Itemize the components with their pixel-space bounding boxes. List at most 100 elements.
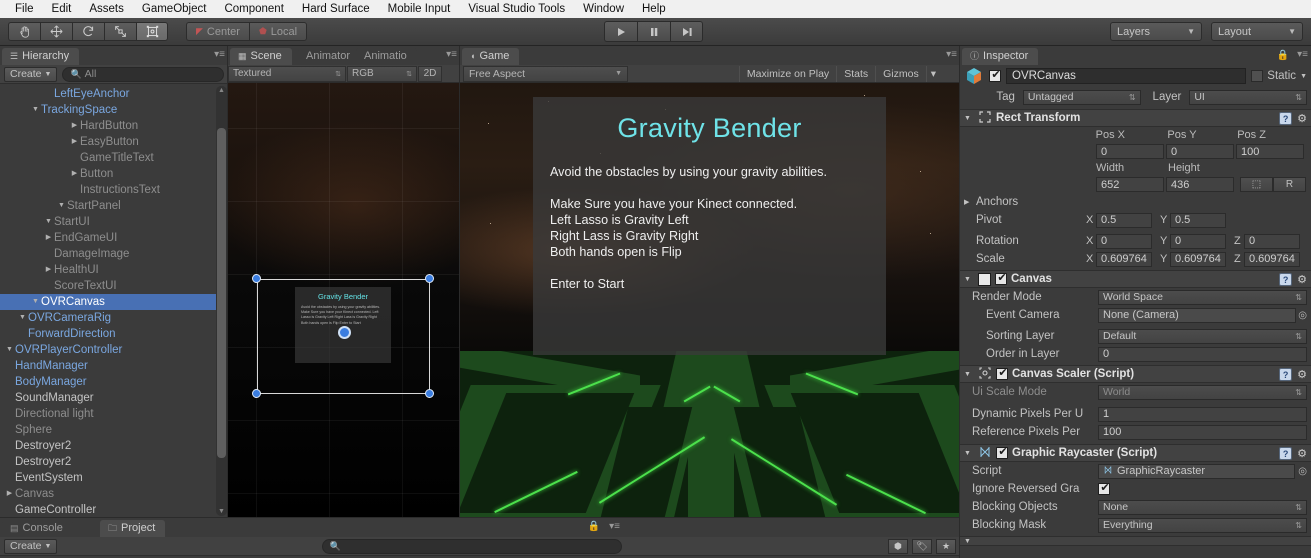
menu-item-hard-surface[interactable]: Hard Surface bbox=[293, 1, 379, 18]
play-button[interactable] bbox=[604, 21, 637, 42]
pivot-x-input[interactable]: 0.5 bbox=[1096, 212, 1152, 228]
graphic-raycaster-enabled-checkbox[interactable] bbox=[996, 445, 1009, 459]
next-component-header[interactable]: ▼ bbox=[960, 536, 1311, 546]
object-picker-icon[interactable]: ◎ bbox=[1298, 466, 1307, 477]
hierarchy-item-directional-light[interactable]: Directional light bbox=[0, 406, 228, 422]
hierarchy-item-easybutton[interactable]: ▶ EasyButton bbox=[0, 134, 228, 150]
stats-button[interactable]: Stats bbox=[836, 65, 875, 82]
hierarchy-create-button[interactable]: Create ▼ bbox=[4, 66, 58, 82]
gizmos-button[interactable]: Gizmos bbox=[875, 65, 926, 82]
menu-item-help[interactable]: Help bbox=[633, 1, 675, 18]
rotation-z-input[interactable]: 0 bbox=[1244, 233, 1300, 249]
menu-item-mobile-input[interactable]: Mobile Input bbox=[379, 1, 460, 18]
foldout-closed-icon[interactable]: ▶ bbox=[69, 118, 80, 134]
scale-z-input[interactable]: 0.609764 bbox=[1244, 251, 1300, 267]
help-icon[interactable]: ? bbox=[1279, 367, 1293, 381]
ignore-reversed-checkbox[interactable] bbox=[1098, 481, 1111, 495]
hierarchy-item-startpanel[interactable]: ▼ StartPanel bbox=[0, 198, 228, 214]
graphic-raycaster-header[interactable]: ▼ Graphic Raycaster (Script) ? ⚙ bbox=[960, 444, 1311, 462]
foldout-closed-icon[interactable]: ▶ bbox=[69, 166, 80, 182]
hierarchy-item-lefteyeanchor[interactable]: LeftEyeAnchor bbox=[0, 86, 228, 102]
pivot-handle[interactable] bbox=[338, 326, 351, 339]
layers-dropdown[interactable]: Layers ▼ bbox=[1110, 22, 1202, 41]
foldout-closed-icon[interactable]: ▶ bbox=[69, 134, 80, 150]
dynamic-pixels-input[interactable]: 1 bbox=[1098, 406, 1307, 422]
hierarchy-item-destroyer2[interactable]: Destroyer2 bbox=[0, 454, 228, 470]
foldout-open-icon[interactable]: ▼ bbox=[17, 310, 28, 326]
hierarchy-item-startui[interactable]: ▼ StartUI bbox=[0, 214, 228, 230]
foldout-open-icon[interactable]: ▼ bbox=[30, 294, 41, 310]
hierarchy-item-handmanager[interactable]: HandManager bbox=[0, 358, 228, 374]
layout-dropdown[interactable]: Layout ▼ bbox=[1211, 22, 1303, 41]
pos-z-input[interactable]: 100 bbox=[1236, 144, 1304, 159]
menu-item-component[interactable]: Component bbox=[215, 1, 292, 18]
hierarchy-item-ovrcamerarig[interactable]: ▼ OVRCameraRig bbox=[0, 310, 228, 326]
foldout-icon[interactable]: ▼ bbox=[964, 115, 974, 122]
anchors-row[interactable]: ▶ Anchors bbox=[960, 193, 1311, 211]
foldout-icon[interactable]: ▼ bbox=[964, 450, 974, 457]
tab-animator[interactable]: Animator bbox=[298, 48, 361, 65]
hierarchy-item-canvas[interactable]: ▶ Canvas bbox=[0, 486, 228, 502]
canvas-scaler-enabled-checkbox[interactable] bbox=[996, 366, 1009, 380]
hierarchy-item-soundmanager[interactable]: SoundManager bbox=[0, 390, 228, 406]
chevron-down-icon[interactable]: ▾ bbox=[925, 65, 940, 82]
tab-inspector[interactable]: ⓘ Inspector bbox=[962, 48, 1039, 65]
pivot-y-input[interactable]: 0.5 bbox=[1170, 212, 1226, 228]
draw-mode-dropdown[interactable]: Textured ⇅ bbox=[228, 65, 346, 82]
foldout-open-icon[interactable]: ▼ bbox=[43, 214, 54, 230]
hierarchy-item-eventsystem[interactable]: EventSystem bbox=[0, 470, 228, 486]
hierarchy-item-endgameui[interactable]: ▶ EndGameUI bbox=[0, 230, 228, 246]
script-objectfield[interactable]: GraphicRaycaster bbox=[1098, 463, 1296, 479]
tab-scene[interactable]: ▦ Scene bbox=[230, 48, 292, 65]
hierarchy-tree[interactable]: LeftEyeAnchor ▼ TrackingSpace ▶ HardButton ▶ E… bbox=[0, 84, 228, 518]
layer-dropdown[interactable]: UI ⇅ bbox=[1189, 89, 1307, 105]
help-icon[interactable]: ? bbox=[1279, 272, 1293, 286]
static-toggle[interactable]: Static ▼ bbox=[1251, 70, 1307, 82]
scene-2d-toggle[interactable]: 2D bbox=[418, 65, 442, 82]
canvas-component-header[interactable]: ▼ Canvas ? ⚙ bbox=[960, 270, 1311, 288]
event-camera-objectfield[interactable]: None (Camera) bbox=[1098, 307, 1297, 323]
static-checkbox[interactable] bbox=[1251, 70, 1264, 82]
scale-x-input[interactable]: 0.609764 bbox=[1096, 251, 1152, 267]
hierarchy-item-ovrcanvas[interactable]: ▼ OVRCanvas bbox=[0, 294, 228, 310]
object-name-input[interactable]: OVRCanvas bbox=[1006, 68, 1247, 84]
hand-tool-button[interactable] bbox=[8, 22, 40, 41]
foldout-icon[interactable]: ▶ bbox=[964, 198, 976, 206]
rect-tool-button[interactable] bbox=[136, 22, 168, 41]
foldout-open-icon[interactable]: ▼ bbox=[4, 342, 15, 358]
height-input[interactable]: 436 bbox=[1166, 177, 1234, 192]
help-icon[interactable]: ? bbox=[1279, 446, 1293, 460]
game-menu-icon[interactable]: ▾≡ bbox=[946, 49, 957, 60]
resize-handle-tl[interactable] bbox=[252, 274, 261, 283]
scroll-up-icon[interactable]: ▲ bbox=[218, 87, 225, 94]
panel-divider[interactable] bbox=[227, 46, 228, 518]
hierarchy-item-button[interactable]: ▶ Button bbox=[0, 166, 228, 182]
gear-icon[interactable]: ⚙ bbox=[1297, 368, 1307, 381]
resize-handle-bl[interactable] bbox=[252, 389, 261, 398]
hierarchy-item-healthui[interactable]: ▶ HealthUI bbox=[0, 262, 228, 278]
blocking-objects-dropdown[interactable]: None ⇅ bbox=[1098, 499, 1307, 515]
hierarchy-scroll-thumb[interactable] bbox=[217, 128, 226, 458]
canvas-scaler-header[interactable]: ▼ Canvas Scaler (Script) ? ⚙ bbox=[960, 365, 1311, 383]
project-search-input[interactable]: 🔍 bbox=[321, 538, 622, 554]
tab-project[interactable]: 🗀 Project bbox=[100, 520, 166, 537]
aspect-dropdown[interactable]: Free Aspect ▼ bbox=[463, 65, 628, 82]
hierarchy-item-scoretextui[interactable]: ScoreTextUI bbox=[0, 278, 228, 294]
tag-dropdown[interactable]: Untagged ⇅ bbox=[1022, 89, 1141, 105]
tab-console[interactable]: ▤ Console bbox=[2, 520, 73, 537]
scale-tool-button[interactable] bbox=[104, 22, 136, 41]
pos-x-input[interactable]: 0 bbox=[1096, 144, 1164, 159]
foldout-closed-icon[interactable]: ▶ bbox=[43, 262, 54, 278]
menu-item-assets[interactable]: Assets bbox=[80, 1, 133, 18]
hierarchy-item-bodymanager[interactable]: BodyManager bbox=[0, 374, 228, 390]
rotation-x-input[interactable]: 0 bbox=[1096, 233, 1152, 249]
project-create-button[interactable]: Create ▼ bbox=[4, 538, 58, 554]
game-viewport[interactable]: Gravity Bender Avoid the obstacles by us… bbox=[460, 83, 960, 537]
gear-icon[interactable]: ⚙ bbox=[1297, 112, 1307, 125]
menu-item-window[interactable]: Window bbox=[574, 1, 633, 18]
inspector-menu-icon[interactable]: ▾≡ bbox=[1297, 49, 1308, 60]
menu-item-gameobject[interactable]: GameObject bbox=[133, 1, 216, 18]
hierarchy-item-ovrplayercontroller[interactable]: ▼ OVRPlayerController bbox=[0, 342, 228, 358]
hierarchy-item-sphere[interactable]: Sphere bbox=[0, 422, 228, 438]
resize-handle-tr[interactable] bbox=[425, 274, 434, 283]
